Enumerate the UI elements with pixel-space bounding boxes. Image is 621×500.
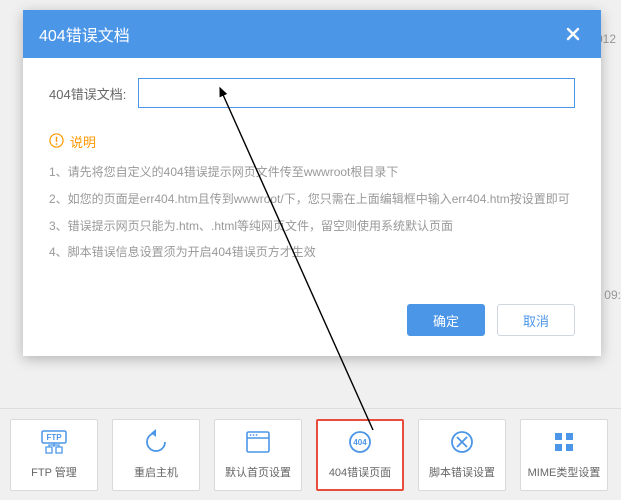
info-section: 说明 1、请先将您自定义的404错误提示网页文件传至wwwroot根目录下 2、… [49, 126, 575, 278]
modal-404-error-doc: 404错误文档 404错误文档: 说明 1、请先将您自定义的404错误提示网页文… [23, 10, 601, 356]
modal-header: 404错误文档 [23, 10, 601, 58]
info-title: 说明 [70, 132, 96, 151]
modal-title: 404错误文档 [39, 22, 130, 46]
tile-script-error[interactable]: 脚本错误设置 [418, 419, 506, 491]
info-item: 3、错误提示网页只能为.htm、.html等纯网页文件，留空则使用系统默认页面 [49, 215, 575, 238]
tile-label: 脚本错误设置 [429, 464, 495, 480]
tile-restart-host[interactable]: 重启主机 [112, 419, 200, 491]
tile-default-homepage[interactable]: 默认首页设置 [214, 419, 302, 491]
tile-404-error-page[interactable]: 404 404错误页面 [316, 419, 404, 491]
grid-icon [550, 429, 578, 458]
info-item: 2、如您的页面是err404.htm且传到wwwroot/下，您只需在上面编辑框… [49, 188, 575, 211]
tile-ftp-manage[interactable]: FTP FTP 管理 [10, 419, 98, 491]
info-list: 1、请先将您自定义的404错误提示网页文件传至wwwroot根目录下 2、如您的… [49, 161, 575, 264]
error-doc-input[interactable] [138, 78, 575, 108]
window-icon [244, 429, 272, 458]
restart-icon [142, 429, 170, 458]
script-error-icon [448, 429, 476, 458]
form-label: 404错误文档: [49, 84, 126, 103]
form-row: 404错误文档: [49, 78, 575, 108]
close-icon[interactable] [561, 26, 585, 42]
info-item: 4、脚本错误信息设置须为开启404错误页方才生效 [49, 241, 575, 264]
ftp-icon: FTP [40, 429, 68, 458]
cancel-button[interactable]: 取消 [497, 304, 575, 336]
tile-label: FTP 管理 [31, 464, 77, 480]
ok-button[interactable]: 确定 [407, 304, 485, 336]
tile-label: 重启主机 [134, 464, 178, 480]
modal-body: 404错误文档: 说明 1、请先将您自定义的404错误提示网页文件传至wwwro… [23, 58, 601, 290]
tile-mime-types[interactable]: MIME类型设置 [520, 419, 608, 491]
bottom-action-row: FTP FTP 管理 重启主机 默认首页设置 404 404错误页面 脚本错误设… [0, 408, 621, 500]
error-404-icon: 404 [346, 429, 374, 458]
modal-footer: 确定 取消 [23, 290, 601, 356]
svg-text:FTP: FTP [46, 433, 62, 442]
info-icon [49, 133, 64, 151]
svg-text:404: 404 [353, 438, 367, 447]
tile-label: 默认首页设置 [225, 464, 291, 480]
info-item: 1、请先将您自定义的404错误提示网页文件传至wwwroot根目录下 [49, 161, 575, 184]
info-header: 说明 [49, 132, 575, 151]
tile-label: MIME类型设置 [528, 464, 601, 480]
tile-label: 404错误页面 [329, 464, 391, 480]
